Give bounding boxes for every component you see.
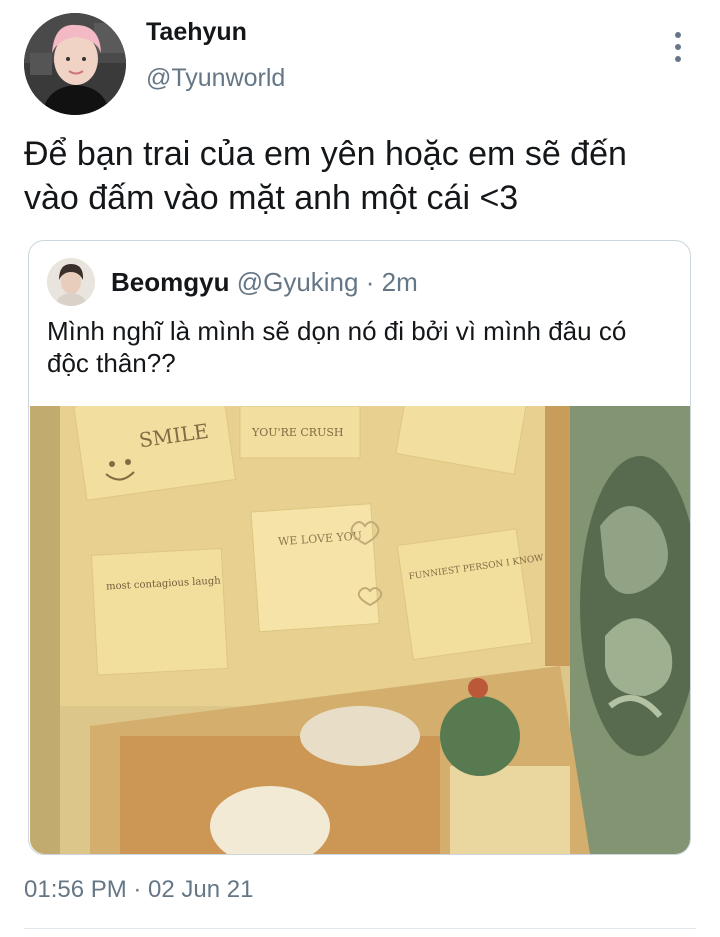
more-vertical-icon xyxy=(675,32,681,38)
author-display-name[interactable]: Taehyun xyxy=(146,18,247,47)
quote-author-handle[interactable]: @Gyuking xyxy=(237,267,359,297)
quote-author-avatar[interactable] xyxy=(47,258,95,306)
author-avatar[interactable] xyxy=(24,13,126,115)
author-avatar-image xyxy=(24,13,126,115)
tweet-timestamp[interactable]: 01:56 PM · 02 Jun 21 xyxy=(24,876,253,904)
gift-box-photo: SMILE YOU'RE CRUSH WE LOVE YOU most cont… xyxy=(30,406,690,854)
quote-time[interactable]: 2m xyxy=(382,267,418,297)
quote-media-image[interactable]: SMILE YOU'RE CRUSH WE LOVE YOU most cont… xyxy=(30,406,690,854)
tweet-detail: Taehyun @Tyunworld Để bạn trai của em yê… xyxy=(0,0,720,937)
quote-separator: · xyxy=(365,267,375,297)
tweet-text: Để bạn trai của em yên hoặc em sẽ đến và… xyxy=(24,135,627,217)
quote-header: Beomgyu @Gyuking · 2m xyxy=(111,267,418,298)
more-options-button[interactable] xyxy=(668,30,688,64)
divider xyxy=(24,928,696,929)
quoted-tweet[interactable]: Beomgyu @Gyuking · 2m Mình nghĩ là mình … xyxy=(28,240,691,855)
quote-author-avatar-image xyxy=(47,258,95,306)
quote-text: Mình nghĩ là mình sẽ dọn nó đi bởi vì mì… xyxy=(47,316,627,378)
quote-author-display-name[interactable]: Beomgyu xyxy=(111,267,229,297)
author-handle[interactable]: @Tyunworld xyxy=(146,64,285,93)
